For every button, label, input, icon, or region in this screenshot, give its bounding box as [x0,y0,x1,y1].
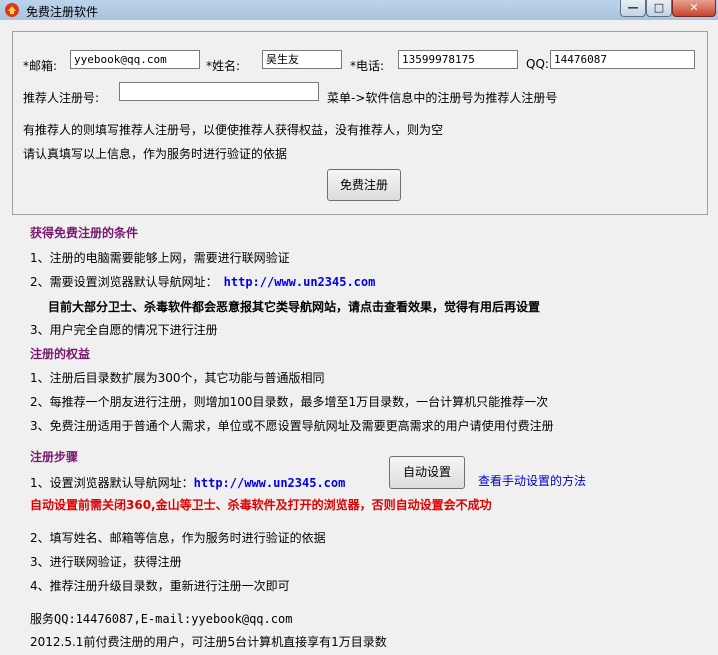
benefit-item-3: 3、免费注册适用于普通个人需求，单位或不愿设置导航网址及需要更高需求的用户请使用… [30,419,554,433]
maximize-icon: □ [653,1,665,14]
maximize-button[interactable]: □ [646,0,672,17]
phone-label: *电话: [350,59,385,73]
antivirus-warning: 目前大部分卫士、杀毒软件都会恶意报其它类导航网站，请点击查看效果，觉得有用后再设… [48,300,541,314]
name-field[interactable]: 吴生友 [262,50,342,69]
referrer-hint: 菜单->软件信息中的注册号为推荐人注册号 [327,91,558,105]
step-nav-url: http://www.un2345.com [193,476,346,490]
close-icon: ✕ [689,1,699,14]
steps-heading: 注册步骤 [30,450,79,464]
minimize-icon: — [627,1,639,14]
verify-note: 请认真填写以上信息，作为服务时进行验证的依据 [23,147,288,161]
benefits-heading: 注册的权益 [30,347,91,361]
paid-user-notice: 2012.5.1前付费注册的用户，可注册5台计算机直接享有1万目录数 [30,635,387,649]
name-label: *姓名: [206,59,241,73]
step-item-1-text: 1、设置浏览器默认导航网址： [30,476,194,490]
referrer-note: 有推荐人的则填写推荐人注册号，以便使推荐人获得权益，没有推荐人，则为空 [23,123,444,137]
title-bar: 免费注册软件 — □ ✕ [0,0,718,20]
condition-item-2-text: 2、需要设置浏览器默认导航网址： [30,275,218,289]
nav-url: http://www.un2345.com [223,275,376,289]
benefit-item-1: 1、注册后目录数扩展为300个，其它功能与普通版相同 [30,371,325,385]
condition-item-1: 1、注册的电脑需要能够上网，需要进行联网验证 [30,251,290,265]
referrer-label: 推荐人注册号: [23,91,100,105]
registration-form-panel: *邮箱: yyebook@qq.com *姓名: 吴生友 *电话: 135999… [12,31,708,215]
email-field[interactable]: yyebook@qq.com [70,50,200,69]
phone-field[interactable]: 13599978175 [398,50,518,69]
referrer-field[interactable] [119,82,319,101]
step-item-1: 1、设置浏览器默认导航网址：http://www.un2345.com [30,474,345,491]
service-contact: 服务QQ:14476087,E-mail:yyebook@qq.com [30,612,293,626]
benefit-item-2: 2、每推荐一个朋友进行注册，则增加100目录数，最多增至1万目录数，一台计算机只… [30,395,549,409]
free-register-button[interactable]: 免费注册 [327,169,401,201]
window-title: 免费注册软件 [26,5,99,19]
qq-field[interactable]: 14476087 [550,50,695,69]
qq-label: QQ: [526,57,549,71]
close-button[interactable]: ✕ [672,0,716,17]
step-item-4: 4、推荐注册升级目录数，重新进行注册一次即可 [30,579,290,593]
auto-set-warning: 自动设置前需关闭360,金山等卫士、杀毒软件及打开的浏览器，否则自动设置会不成功 [30,498,492,512]
conditions-heading: 获得免费注册的条件 [30,226,139,240]
auto-set-button[interactable]: 自动设置 [389,456,465,489]
email-label: *邮箱: [23,59,58,73]
app-icon [5,3,19,17]
condition-item-2: 2、需要设置浏览器默认导航网址： http://www.un2345.com [30,273,375,290]
minimize-button[interactable]: — [620,0,646,17]
manual-setup-link[interactable]: 查看手动设置的方法 [478,472,586,489]
step-item-2: 2、填写姓名、邮箱等信息，作为服务时进行验证的依据 [30,531,326,545]
condition-item-3: 3、用户完全自愿的情况下进行注册 [30,323,218,337]
step-item-3: 3、进行联网验证，获得注册 [30,555,182,569]
